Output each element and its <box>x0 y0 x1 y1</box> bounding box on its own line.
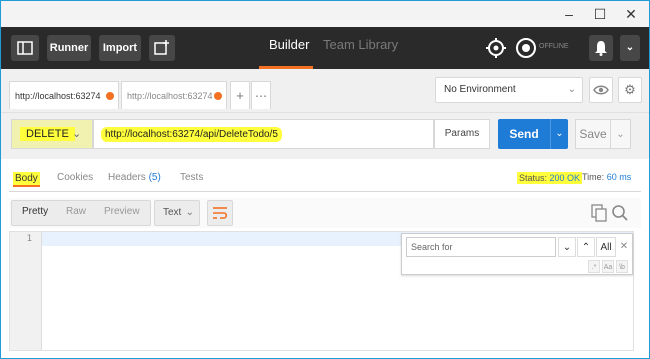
request-tab-label: http://localhost:63274 <box>15 91 101 101</box>
whole-word-toggle[interactable]: \b <box>616 260 628 273</box>
search-icon[interactable] <box>611 204 629 222</box>
language-select[interactable]: Text ⌄ <box>154 200 200 226</box>
more-tabs-button[interactable]: ⋯ <box>251 81 271 109</box>
environment-select-label: No Environment <box>444 84 516 95</box>
tab-cookies[interactable]: Cookies <box>57 172 93 183</box>
tab-tests[interactable]: Tests <box>180 172 203 183</box>
close-icon: ✕ <box>619 241 629 252</box>
interceptor-icon[interactable] <box>485 37 507 59</box>
search-input[interactable]: Search for <box>406 237 556 257</box>
response-divider <box>9 191 641 192</box>
bell-icon <box>595 41 607 56</box>
time-label: Time: <box>582 172 605 182</box>
close-search-button[interactable]: ✕ <box>617 237 631 257</box>
search-next-button[interactable]: ⌄ <box>558 237 576 257</box>
gear-icon: ⚙ <box>624 82 636 97</box>
search-prev-button[interactable]: ⌃ <box>577 237 595 257</box>
tab-headers[interactable]: Headers (5) <box>108 172 161 183</box>
offline-label: OFFLINE <box>539 43 569 50</box>
unsaved-dot-icon <box>106 92 114 100</box>
send-button[interactable]: Send <box>498 119 550 149</box>
url-input-value: http://localhost:63274/api/DeleteTodo/5 <box>101 127 282 142</box>
sidebar-icon <box>17 41 33 55</box>
close-window-button[interactable]: ✕ <box>615 1 647 27</box>
tab-body[interactable]: Body <box>13 172 40 187</box>
maximize-button[interactable]: ☐ <box>584 1 616 27</box>
app-window: – ☐ ✕ Runner Import Builder Team Library… <box>0 0 650 359</box>
chevron-down-icon: ⌄ <box>616 129 625 140</box>
notifications-button[interactable] <box>589 35 613 61</box>
environment-quick-look-button[interactable] <box>589 77 613 103</box>
chevron-down-icon: ⌄ <box>555 128 564 139</box>
wrap-icon <box>213 207 228 219</box>
headers-count: (5) <box>148 172 161 183</box>
search-all-button[interactable]: All <box>596 237 616 257</box>
request-tab[interactable]: http://localhost:63274 <box>121 81 227 109</box>
new-tab-button[interactable]: + <box>230 81 250 109</box>
request-tab-label: http://localhost:63274 <box>127 91 213 101</box>
response-status: Status: 200 OK <box>517 172 583 184</box>
view-preview-button[interactable]: Preview <box>104 206 140 217</box>
line-number: 1 <box>26 234 32 244</box>
eye-icon <box>593 85 609 95</box>
view-raw-button[interactable]: Raw <box>66 206 86 217</box>
status-value: 200 OK <box>549 173 581 183</box>
response-format-bar: Pretty Raw Preview Text ⌄ <box>9 198 641 228</box>
title-bar: – ☐ ✕ <box>1 1 649 27</box>
time-value: 60 ms <box>606 172 632 182</box>
save-options-button[interactable]: ⌄ <box>611 119 631 149</box>
case-sensitive-toggle[interactable]: Aa <box>602 260 614 273</box>
runner-button[interactable]: Runner <box>47 35 91 61</box>
unsaved-dot-icon <box>214 92 222 100</box>
chevron-down-icon: ⌄ <box>562 242 572 253</box>
chevron-down-icon: ⌄ <box>185 207 194 218</box>
view-mode-group: Pretty Raw Preview <box>11 200 151 226</box>
regex-toggle[interactable]: .* <box>588 260 600 273</box>
new-tab-plus-icon <box>154 40 169 55</box>
method-select-label: DELETE <box>20 127 75 141</box>
search-panel: Search for ⌄ ⌃ All ✕ .* Aa \b <box>401 233 633 275</box>
chevron-down-icon: ⌄ <box>625 42 635 53</box>
chevron-down-icon: ⌄ <box>567 84 576 95</box>
line-gutter: 1 <box>10 232 42 350</box>
more-dots-icon: ⋯ <box>255 89 267 103</box>
status-label: Status: <box>519 173 548 183</box>
tab-builder[interactable]: Builder <box>269 37 309 52</box>
wrap-lines-button[interactable] <box>207 200 233 226</box>
view-pretty-button[interactable]: Pretty <box>22 206 48 217</box>
new-window-button[interactable] <box>149 35 175 61</box>
manage-environments-button[interactable]: ⚙ <box>618 77 642 103</box>
tab-headers-label: Headers <box>108 172 146 183</box>
sync-status-icon[interactable] <box>515 37 537 59</box>
response-time: Time: 60 ms <box>582 172 631 182</box>
method-select[interactable]: DELETE ⌄ <box>11 119 93 149</box>
plus-icon: + <box>236 88 244 103</box>
response-tabs: Body Cookies Headers (5) Tests Status: 2… <box>1 163 649 191</box>
import-button[interactable]: Import <box>99 35 141 61</box>
language-select-label: Text <box>163 207 182 218</box>
main-toolbar: Runner Import Builder Team Library OFFLI… <box>1 27 649 69</box>
url-input[interactable]: http://localhost:63274/api/DeleteTodo/5 <box>93 119 434 149</box>
minimize-button[interactable]: – <box>553 1 585 27</box>
sidebar-toggle-button[interactable] <box>11 35 39 61</box>
send-options-button[interactable]: ⌄ <box>550 119 568 149</box>
settings-dropdown-button[interactable]: ⌄ <box>620 35 640 61</box>
chevron-down-icon: ⌄ <box>72 128 82 140</box>
environment-select[interactable]: No Environment ⌄ <box>435 77 583 103</box>
chevron-up-icon: ⌃ <box>581 242 591 253</box>
tab-team-library[interactable]: Team Library <box>323 37 398 52</box>
request-tab[interactable]: http://localhost:63274 <box>9 81 119 109</box>
copy-icon[interactable] <box>591 204 607 222</box>
save-button[interactable]: Save <box>575 119 611 149</box>
params-button[interactable]: Params <box>434 119 490 149</box>
